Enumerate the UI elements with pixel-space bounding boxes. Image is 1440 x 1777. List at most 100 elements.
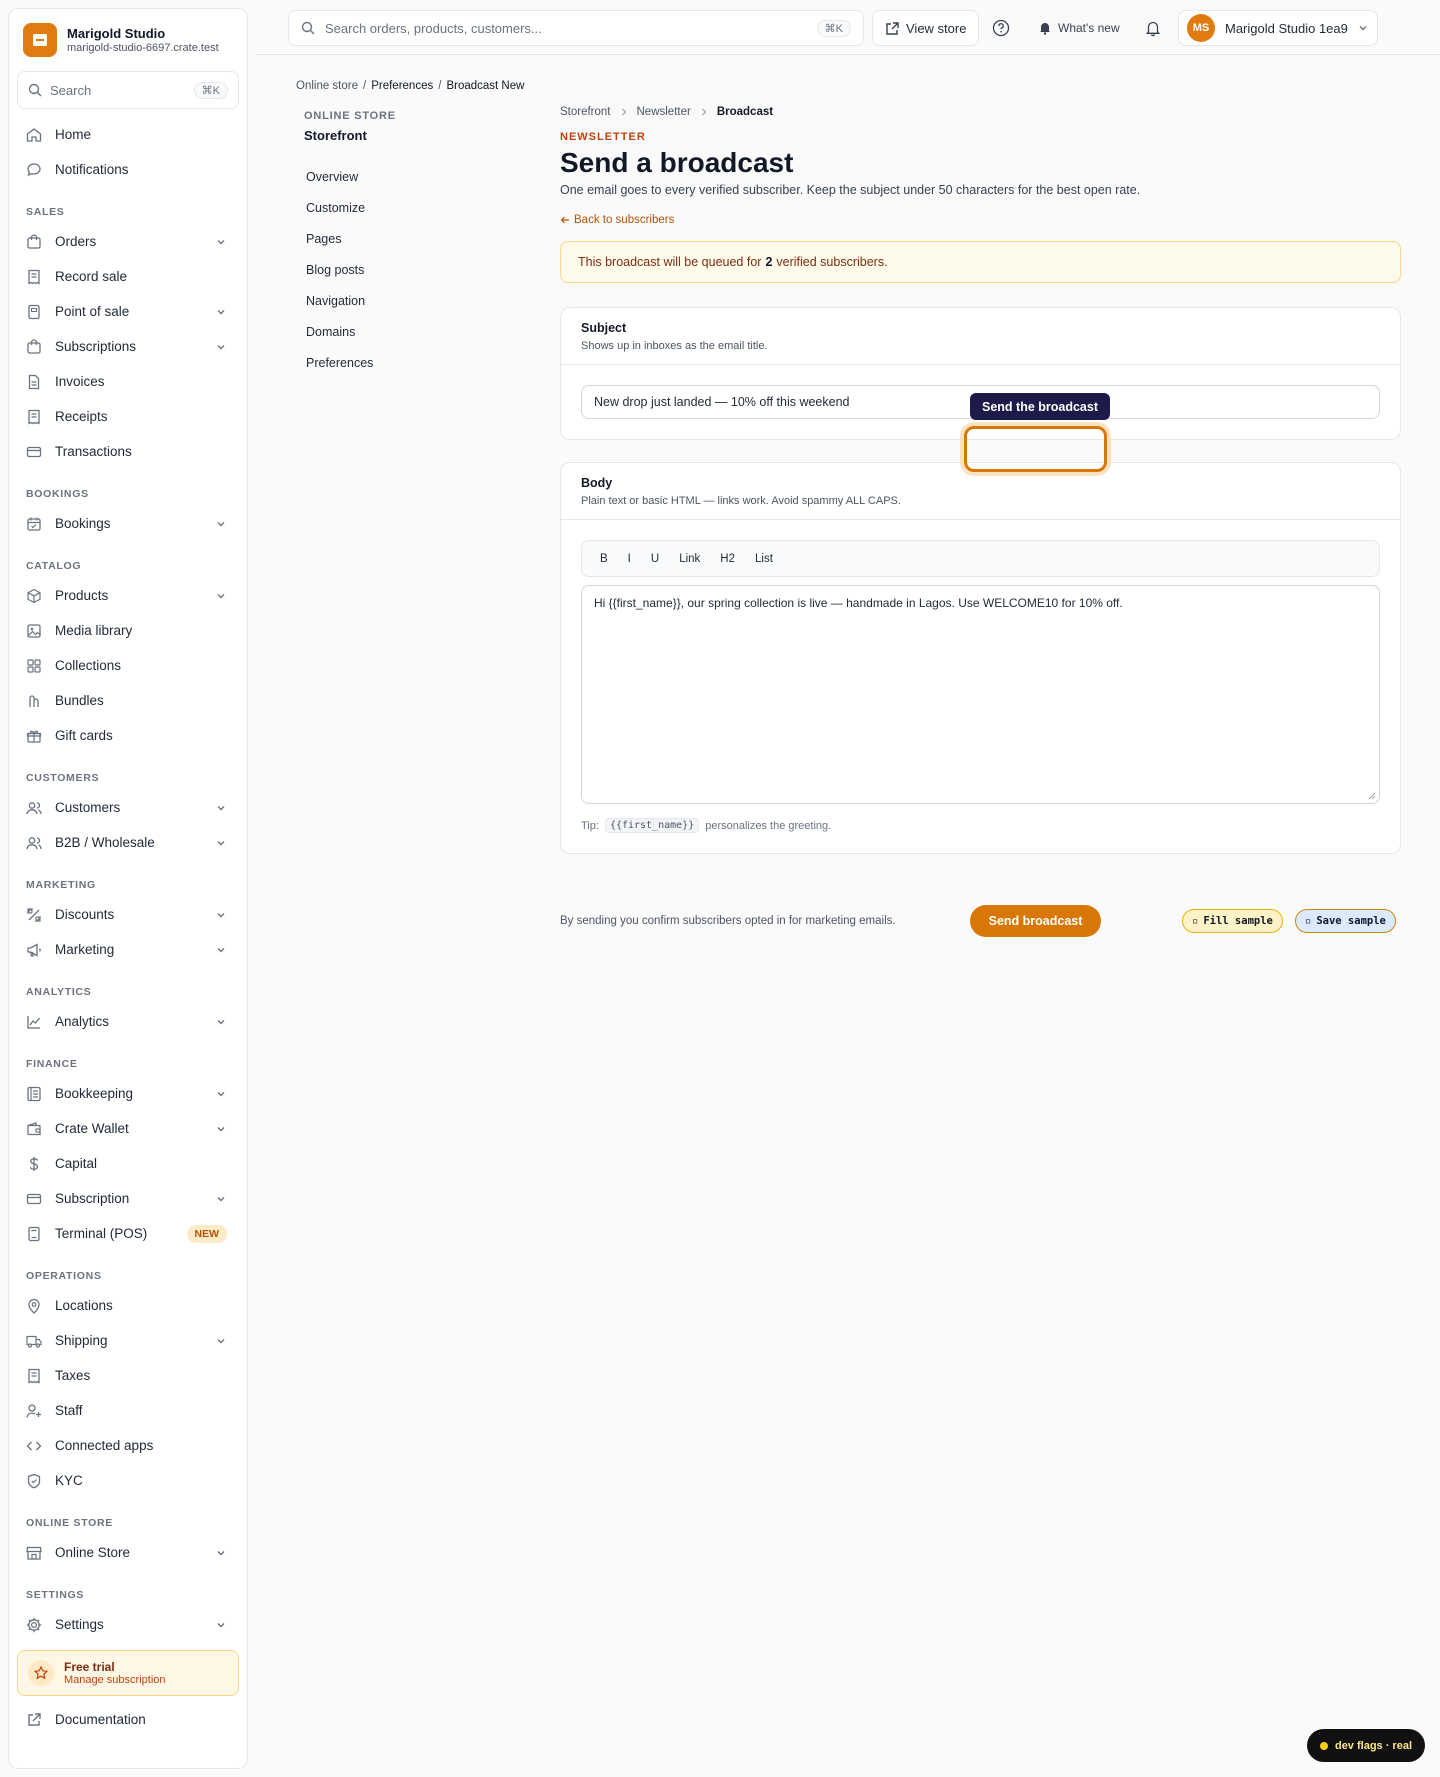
sidebar-item-crate-wallet[interactable]: Crate Wallet	[9, 1111, 247, 1146]
chevron-down-icon[interactable]	[215, 518, 227, 530]
subnav-item-pages[interactable]: Pages	[304, 223, 504, 254]
brand[interactable]: Marigold Studio marigold-studio-6697.cra…	[9, 9, 247, 69]
sidebar-item-subscriptions[interactable]: Subscriptions	[9, 329, 247, 364]
sidebar: Marigold Studio marigold-studio-6697.cra…	[8, 8, 248, 1769]
toolbar-link-button[interactable]: Link	[671, 549, 708, 569]
toolbar-h2-button[interactable]: H2	[712, 549, 743, 569]
send-broadcast-button[interactable]: Send broadcast	[970, 905, 1101, 937]
sidebar-item-label: Staff	[55, 1403, 83, 1418]
sidebar-item-terminal-pos[interactable]: Terminal (POS) NEW	[9, 1216, 247, 1251]
sidebar-item-point-of-sale[interactable]: Point of sale	[9, 294, 247, 329]
chevron-down-icon[interactable]	[215, 1016, 227, 1028]
avatar: MS	[1187, 14, 1215, 42]
sidebar-item-bookings[interactable]: Bookings	[9, 506, 247, 541]
search-icon	[28, 83, 42, 97]
breadcrumb-online-store[interactable]: Online store	[296, 80, 358, 92]
body-textarea[interactable]: Hi {{first_name}}, our spring collection…	[581, 585, 1380, 804]
breadcrumb-newsletter[interactable]: Newsletter	[637, 106, 691, 118]
chevron-down-icon[interactable]	[215, 1193, 227, 1205]
chevron-down-icon[interactable]	[215, 306, 227, 318]
sidebar-item-collections[interactable]: Collections	[9, 648, 247, 683]
subnav-item-blog-posts[interactable]: Blog posts	[304, 254, 504, 285]
back-to-subscribers-link[interactable]: Back to subscribers	[560, 214, 1401, 226]
store-icon	[25, 1544, 43, 1562]
sidebar-item-gift-cards[interactable]: Gift cards	[9, 718, 247, 753]
sidebar-item-connected-apps[interactable]: Connected apps	[9, 1428, 247, 1463]
sidebar-item-documentation[interactable]: Documentation	[9, 1702, 247, 1737]
bundle-icon	[25, 692, 43, 710]
sidebar-item-receipts[interactable]: Receipts	[9, 399, 247, 434]
toolbar-i-button[interactable]: I	[620, 549, 639, 569]
sidebar-search[interactable]: Search ⌘K	[17, 71, 239, 109]
receipt-icon	[25, 1367, 43, 1385]
sidebar-item-settings[interactable]: Settings	[9, 1607, 247, 1642]
chevron-down-icon[interactable]	[215, 837, 227, 849]
sidebar-item-label: Locations	[55, 1298, 113, 1313]
sidebar-section-online-store: ONLINE STORE	[26, 1517, 113, 1529]
global-search[interactable]: Search orders, products, customers... ⌘K	[288, 10, 864, 46]
sidebar-item-notifications[interactable]: Notifications	[9, 152, 247, 187]
sidebar-item-shipping[interactable]: Shipping	[9, 1323, 247, 1358]
toolbar-u-button[interactable]: U	[643, 549, 667, 569]
breadcrumb-preferences[interactable]: Preferences	[371, 80, 433, 92]
sidebar-item-kyc[interactable]: KYC	[9, 1463, 247, 1498]
chevron-down-icon[interactable]	[215, 341, 227, 353]
home-icon	[25, 126, 43, 144]
sidebar-item-media-library[interactable]: Media library	[9, 613, 247, 648]
sidebar-item-orders[interactable]: Orders	[9, 224, 247, 259]
sidebar-item-marketing[interactable]: Marketing	[9, 932, 247, 967]
subnav-item-preferences[interactable]: Preferences	[304, 347, 504, 378]
chevron-down-icon[interactable]	[215, 1547, 227, 1559]
sidebar-section-customers: CUSTOMERS	[26, 772, 100, 784]
sidebar-item-label: Discounts	[55, 907, 115, 922]
chevron-down-icon[interactable]	[215, 1123, 227, 1135]
sidebar-item-record-sale[interactable]: Record sale	[9, 259, 247, 294]
focus-highlight	[964, 426, 1107, 472]
sidebar-item-subscription[interactable]: Subscription	[9, 1181, 247, 1216]
sidebar-item-bundles[interactable]: Bundles	[9, 683, 247, 718]
chevron-down-icon[interactable]	[215, 944, 227, 956]
sidebar-item-capital[interactable]: Capital	[9, 1146, 247, 1181]
sidebar-item-home[interactable]: Home	[9, 117, 247, 152]
fill-sample-button[interactable]: ▫ Fill sample	[1182, 909, 1283, 933]
help-button[interactable]	[992, 10, 1010, 46]
sidebar-item-discounts[interactable]: Discounts	[9, 897, 247, 932]
dev-flags-pill[interactable]: dev flags · real	[1307, 1729, 1425, 1762]
chevron-down-icon[interactable]	[215, 909, 227, 921]
subnav-item-overview[interactable]: Overview	[304, 161, 504, 192]
sidebar-item-analytics[interactable]: Analytics	[9, 1004, 247, 1039]
calendar-icon	[25, 515, 43, 533]
sidebar-item-bookkeeping[interactable]: Bookkeeping	[9, 1076, 247, 1111]
toolbar-list-button[interactable]: List	[747, 549, 781, 569]
view-store-button[interactable]: View store	[872, 10, 980, 46]
body-help: Plain text or basic HTML — links work. A…	[581, 495, 901, 507]
whats-new-button[interactable]: What's new	[1038, 10, 1120, 46]
subject-title: Subject	[581, 321, 627, 335]
sidebar-item-products[interactable]: Products	[9, 578, 247, 613]
chevron-down-icon[interactable]	[215, 1335, 227, 1347]
sidebar-item-transactions[interactable]: Transactions	[9, 434, 247, 469]
chevron-down-icon[interactable]	[215, 236, 227, 248]
subnav-item-navigation[interactable]: Navigation	[304, 285, 504, 316]
sidebar-item-b2b-wholesale[interactable]: B2B / Wholesale	[9, 825, 247, 860]
sidebar-item-staff[interactable]: Staff	[9, 1393, 247, 1428]
save-sample-button[interactable]: ▫ Save sample	[1295, 909, 1396, 933]
breadcrumb-storefront[interactable]: Storefront	[560, 106, 611, 118]
chevron-down-icon[interactable]	[215, 802, 227, 814]
resize-handle-icon[interactable]	[1368, 792, 1376, 800]
users-icon	[25, 834, 43, 852]
sidebar-item-locations[interactable]: Locations	[9, 1288, 247, 1323]
account-menu[interactable]: MS Marigold Studio 1ea9	[1178, 10, 1378, 46]
chevron-down-icon[interactable]	[215, 1088, 227, 1100]
chevron-down-icon[interactable]	[215, 590, 227, 602]
sidebar-item-online-store[interactable]: Online Store	[9, 1535, 247, 1570]
subnav-item-domains[interactable]: Domains	[304, 316, 504, 347]
sidebar-item-invoices[interactable]: Invoices	[9, 364, 247, 399]
subnav-item-customize[interactable]: Customize	[304, 192, 504, 223]
free-trial-card[interactable]: Free trial Manage subscription	[17, 1650, 239, 1696]
notifications-button[interactable]	[1144, 10, 1162, 46]
sidebar-item-taxes[interactable]: Taxes	[9, 1358, 247, 1393]
toolbar-b-button[interactable]: B	[592, 549, 616, 569]
chevron-down-icon[interactable]	[215, 1619, 227, 1631]
sidebar-item-customers[interactable]: Customers	[9, 790, 247, 825]
